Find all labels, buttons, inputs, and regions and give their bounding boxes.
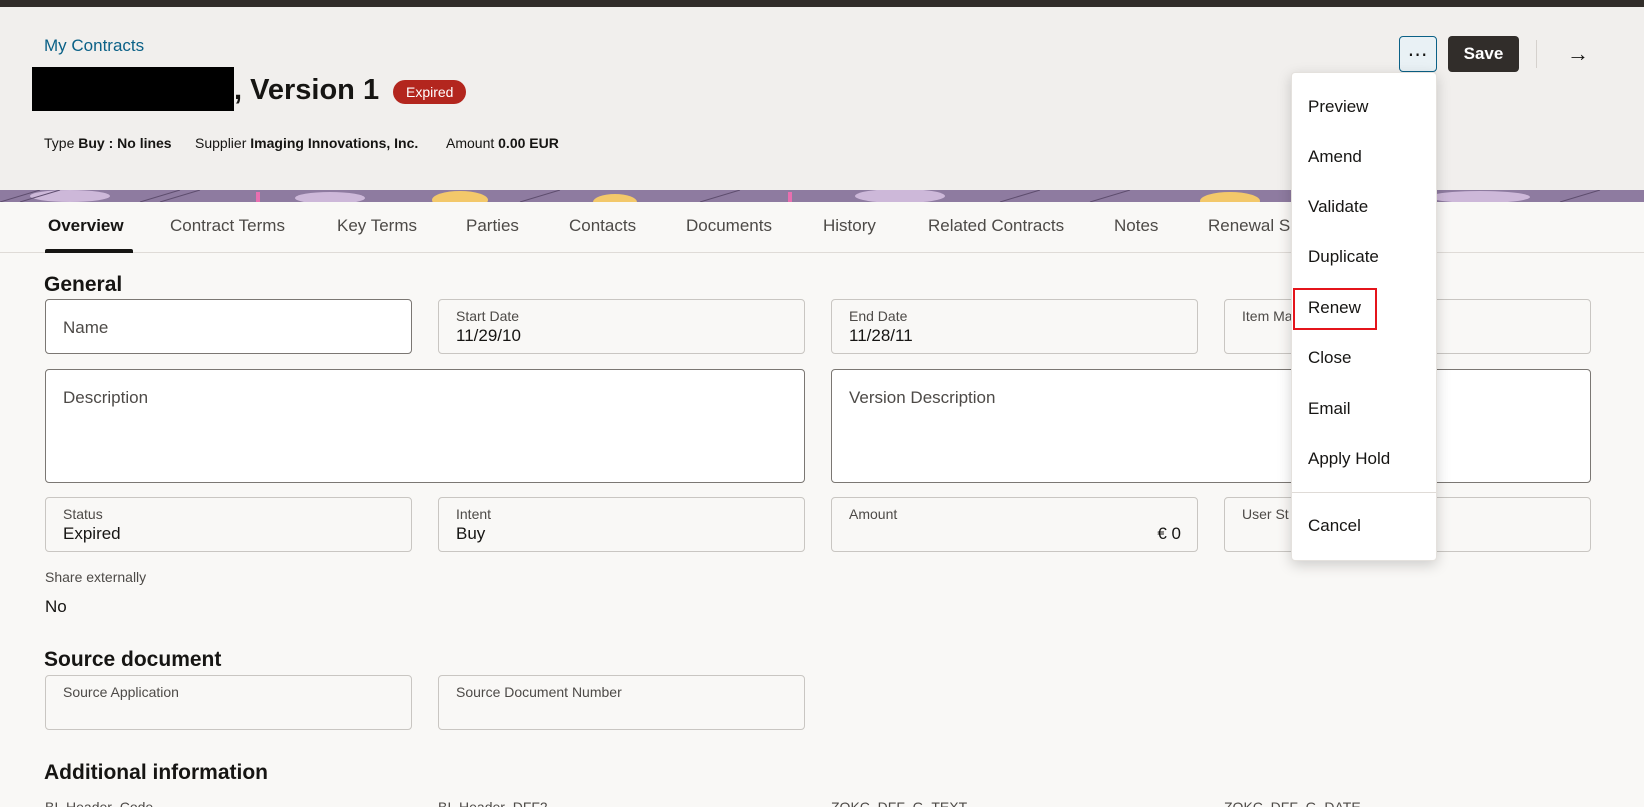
end-date-value: 11/28/11: [849, 326, 913, 345]
meta-supplier-label: Supplier: [195, 135, 247, 151]
source-document-number-field[interactable]: Source Document Number: [438, 675, 805, 730]
status-value: Expired: [63, 524, 121, 543]
renew-highlight-box: [1293, 288, 1377, 330]
intent-field[interactable]: Intent Buy: [438, 497, 805, 552]
user-status-label: User St: [1242, 506, 1289, 522]
tab-notes[interactable]: Notes: [1114, 216, 1158, 236]
share-externally-value: No: [45, 597, 67, 616]
meta-type-value: Buy : No lines: [78, 135, 172, 151]
page-title: , Version 1: [234, 74, 380, 106]
source-document-number-label: Source Document Number: [456, 684, 622, 700]
tab-key-terms[interactable]: Key Terms: [337, 216, 417, 236]
status-field: Status Expired: [45, 497, 412, 552]
additional-field-label: BI_Header_DFF2: [438, 799, 548, 807]
meta-supplier: Supplier Imaging Innovations, Inc.: [195, 135, 418, 151]
toolbar-divider: [1536, 40, 1537, 68]
menu-item-email[interactable]: Email: [1308, 399, 1351, 419]
tab-related-contracts[interactable]: Related Contracts: [928, 216, 1064, 236]
source-application-field[interactable]: Source Application: [45, 675, 412, 730]
tab-parties[interactable]: Parties: [466, 216, 519, 236]
active-tab-indicator: [45, 249, 133, 253]
breadcrumb-my-contracts[interactable]: My Contracts: [44, 36, 144, 56]
additional-field-label: BI_Header_Code: [45, 799, 154, 807]
status-badge: Expired: [393, 80, 467, 104]
meta-amount-label: Amount: [446, 135, 495, 151]
start-date-value: 11/29/10: [456, 326, 521, 345]
meta-amount-value: 0.00 EUR: [498, 135, 559, 151]
intent-label: Intent: [456, 506, 492, 522]
meta-type-label: Type: [44, 135, 75, 151]
amount-value: € 0: [1157, 524, 1181, 543]
additional-field-label: ZOKC_DFF_G_TEXT: [831, 799, 968, 807]
tab-overview[interactable]: Overview: [48, 216, 124, 236]
menu-item-preview[interactable]: Preview: [1308, 97, 1368, 117]
version-description-label: Version Description: [849, 388, 996, 407]
tab-documents[interactable]: Documents: [686, 216, 772, 236]
tab-history[interactable]: History: [823, 216, 876, 236]
menu-item-cancel[interactable]: Cancel: [1308, 516, 1361, 536]
more-actions-button[interactable]: ⋯: [1399, 36, 1437, 72]
section-source-document-heading: Source document: [44, 648, 222, 671]
additional-field-label: ZOKC_DFF_G_DATE: [1224, 799, 1361, 807]
more-icon: ⋯: [1407, 43, 1429, 66]
name-label: Name: [63, 318, 109, 337]
tab-renewal[interactable]: Renewal Se: [1208, 216, 1300, 236]
exit-button[interactable]: →: [1560, 36, 1596, 72]
meta-supplier-value: Imaging Innovations, Inc.: [250, 135, 419, 151]
name-field[interactable]: Name: [45, 299, 412, 354]
version-description-field[interactable]: Version Description: [831, 369, 1591, 483]
description-field[interactable]: Description: [45, 369, 805, 483]
menu-divider: [1292, 492, 1436, 493]
menu-item-duplicate[interactable]: Duplicate: [1308, 247, 1379, 267]
share-externally-label: Share externally: [45, 569, 147, 585]
menu-item-validate[interactable]: Validate: [1308, 197, 1368, 217]
status-label: Status: [63, 506, 103, 522]
item-master-label: Item Ma: [1242, 308, 1293, 324]
source-application-label: Source Application: [63, 684, 179, 700]
amount-label: Amount: [849, 506, 898, 522]
menu-item-close[interactable]: Close: [1308, 348, 1351, 368]
start-date-field[interactable]: Start Date 11/29/10: [438, 299, 805, 354]
tab-contract-terms[interactable]: Contract Terms: [170, 216, 285, 236]
menu-item-apply-hold[interactable]: Apply Hold: [1308, 449, 1390, 469]
tab-contacts[interactable]: Contacts: [569, 216, 636, 236]
end-date-label: End Date: [849, 308, 908, 324]
redacted-contract-number: [32, 67, 234, 111]
start-date-label: Start Date: [456, 308, 520, 324]
meta-amount: Amount 0.00 EUR: [446, 135, 559, 151]
meta-type: Type Buy : No lines: [44, 135, 172, 151]
arrow-right-icon: →: [1567, 41, 1589, 66]
end-date-field[interactable]: End Date 11/28/11: [831, 299, 1198, 354]
save-button[interactable]: Save: [1448, 36, 1519, 72]
amount-field[interactable]: Amount € 0: [831, 497, 1198, 552]
section-additional-information-heading: Additional information: [44, 761, 268, 784]
section-general-heading: General: [44, 273, 123, 296]
intent-value: Buy: [456, 524, 486, 543]
top-app-bar: [0, 0, 1644, 7]
description-label: Description: [63, 388, 149, 407]
menu-item-amend[interactable]: Amend: [1308, 147, 1362, 167]
